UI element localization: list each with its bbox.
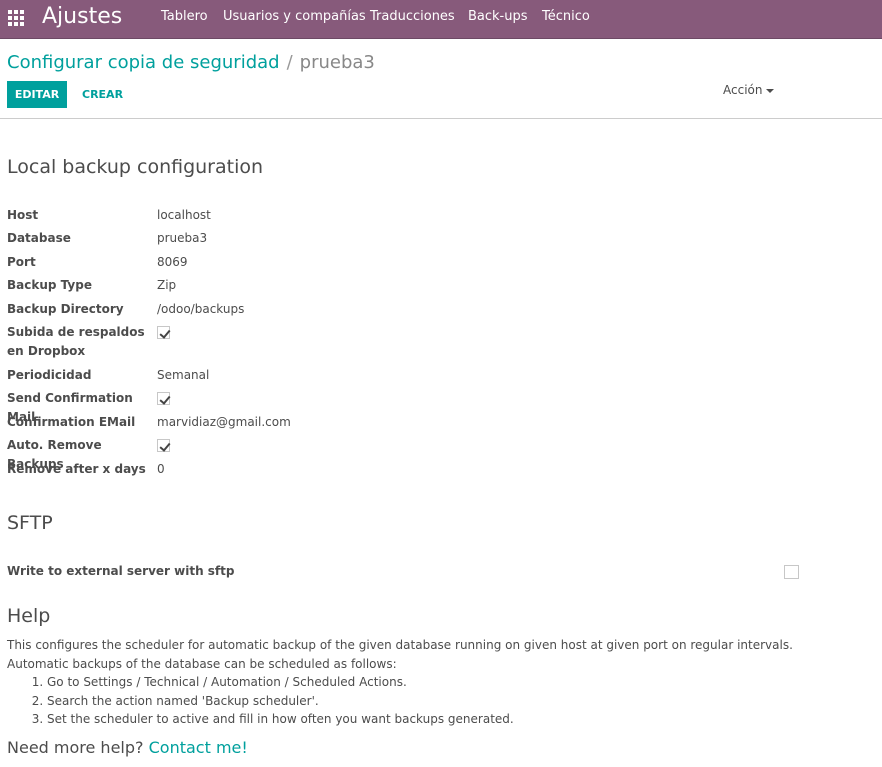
section-title-help: Help: [7, 605, 51, 627]
checkmark-icon: [159, 393, 171, 405]
action-dropdown-label: Acción: [723, 83, 763, 97]
field-value-confirmation-email: marvidiaz@gmail.com: [157, 415, 291, 429]
field-label-dropbox: Subida de respaldos en Dropbox: [7, 325, 145, 358]
menu-item-tecnico[interactable]: Técnico: [542, 9, 590, 24]
sftp-write-checkbox: [784, 565, 799, 579]
create-button[interactable]: CREAR: [78, 81, 127, 108]
field-value-periodicidad: Semanal: [157, 368, 210, 382]
help-step: Search the action named 'Backup schedule…: [47, 692, 793, 711]
field-value-backup-directory: /odoo/backups: [157, 302, 245, 316]
menu-item-tablero[interactable]: Tablero: [161, 9, 208, 24]
field-label-remove-days: Remove after x days: [7, 462, 146, 476]
section-title-sftp: SFTP: [7, 512, 53, 534]
caret-down-icon: [766, 88, 775, 93]
more-help: Need more help? Contact me!: [7, 738, 248, 757]
field-label-periodicidad: Periodicidad: [7, 368, 92, 382]
checkmark-icon: [159, 440, 171, 452]
field-label-database: Database: [7, 231, 71, 245]
action-dropdown[interactable]: Acción: [723, 83, 775, 97]
breadcrumb: Configurar copia de seguridad / prueba3: [7, 52, 375, 73]
breadcrumb-separator: /: [286, 52, 293, 73]
help-text: This configures the scheduler for automa…: [7, 636, 793, 729]
field-label-confirmation-email: Confirmation EMail: [7, 415, 136, 429]
auto-remove-checkbox: [157, 439, 171, 452]
field-label-sftp-write: Write to external server with sftp: [7, 564, 235, 578]
field-label-host: Host: [7, 208, 39, 222]
field-label-backup-directory: Backup Directory: [7, 302, 124, 316]
top-navbar: Ajustes Tablero Usuarios y compañías Tra…: [0, 0, 882, 39]
field-value-database: prueba3: [157, 231, 208, 245]
dropbox-checkbox: [157, 326, 171, 339]
more-help-prefix: Need more help?: [7, 738, 144, 757]
field-value-host: localhost: [157, 208, 211, 222]
help-step: Go to Settings / Technical / Automation …: [47, 673, 793, 692]
field-value-remove-days: 0: [157, 462, 165, 476]
field-value-backup-type: Zip: [157, 278, 177, 292]
menu-item-backups[interactable]: Back-ups: [468, 9, 528, 24]
section-title-local: Local backup configuration: [7, 156, 264, 178]
app-title: Ajustes: [42, 4, 123, 29]
field-value-port: 8069: [157, 255, 188, 269]
menu-item-usuarios[interactable]: Usuarios y compañías: [223, 9, 366, 24]
help-step: Set the scheduler to active and fill in …: [47, 710, 793, 729]
help-line-1: This configures the scheduler for automa…: [7, 638, 793, 652]
send-confirmation-checkbox: [157, 392, 171, 405]
help-steps-list: Go to Settings / Technical / Automation …: [7, 673, 793, 729]
help-line-2: Automatic backups of the database can be…: [7, 656, 397, 671]
edit-button[interactable]: EDITAR: [7, 81, 67, 108]
breadcrumb-current: prueba3: [299, 52, 375, 73]
checkmark-icon: [159, 327, 171, 339]
field-label-port: Port: [7, 255, 36, 269]
breadcrumb-parent-link[interactable]: Configurar copia de seguridad: [7, 52, 280, 73]
contact-me-link[interactable]: Contact me!: [149, 738, 248, 757]
field-label-backup-type: Backup Type: [7, 278, 92, 292]
apps-grid-icon[interactable]: [8, 10, 24, 26]
control-panel: Configurar copia de seguridad / prueba3 ED…: [0, 39, 882, 119]
menu-item-traducciones[interactable]: Traducciones: [370, 9, 455, 24]
